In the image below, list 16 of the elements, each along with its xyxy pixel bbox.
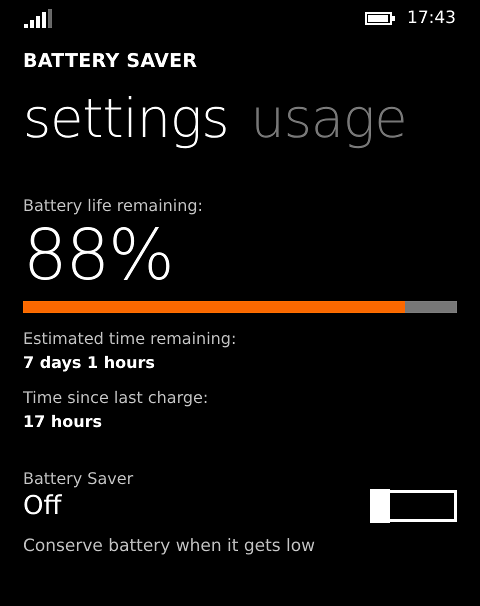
pivot-tab[interactable]: usage [250, 86, 407, 150]
clock-time: 17:43 [407, 8, 456, 28]
toggle-switch[interactable] [371, 490, 457, 522]
info-value: 7 days 1 hours [23, 353, 156, 372]
info-label: Time since last charge: [23, 388, 210, 407]
app-title: BATTERY SAVER [23, 50, 198, 74]
saver-state: Off [23, 491, 62, 521]
battery-percent: 88% [23, 215, 173, 295]
pivot-tab[interactable]: settings [23, 86, 228, 150]
battery-label: Battery life remaining: [23, 196, 204, 215]
info-label: Estimated time remaining: [23, 329, 238, 348]
info-value: 17 hours [23, 412, 104, 431]
saver-label: Battery Saver [23, 469, 134, 488]
battery-icon [365, 12, 395, 24]
saver-description: Conserve battery when it gets low [23, 536, 316, 556]
signal-icon [24, 8, 52, 28]
